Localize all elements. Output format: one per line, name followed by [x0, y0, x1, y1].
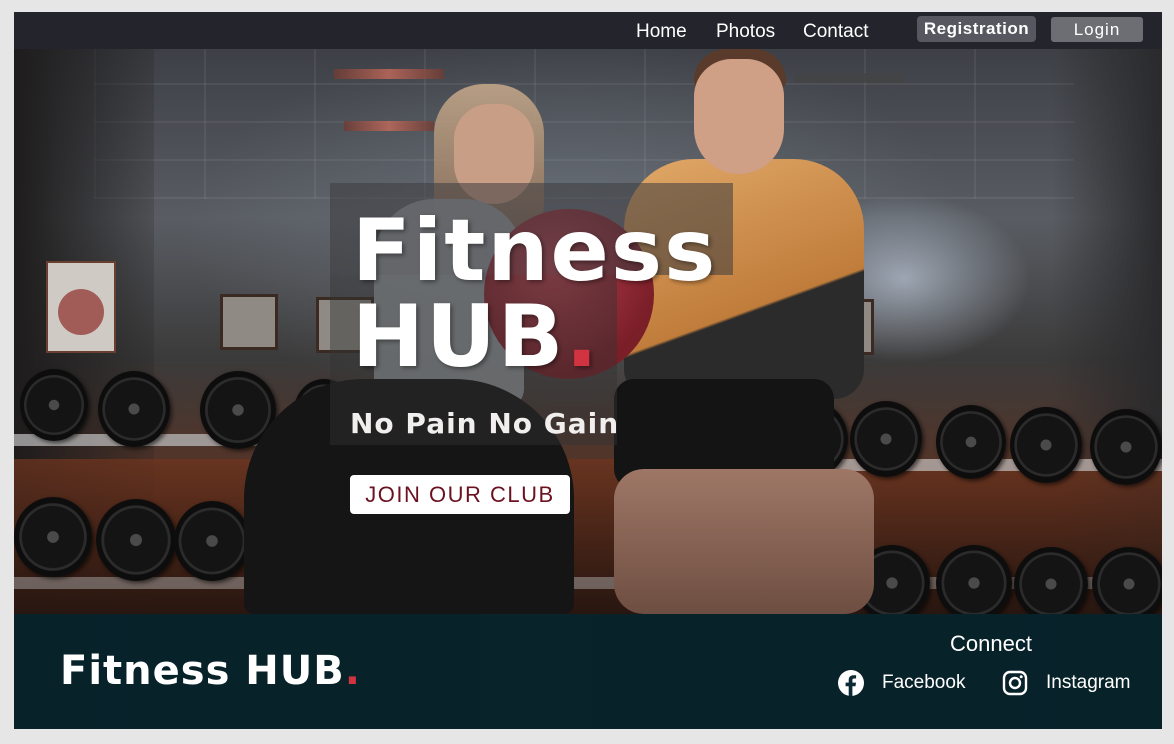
registration-button[interactable]: Registration: [917, 16, 1036, 42]
login-button[interactable]: Login: [1051, 17, 1143, 42]
nav-link-contact[interactable]: Contact: [803, 21, 868, 43]
dumbbell: [20, 369, 88, 441]
dumbbell: [174, 501, 250, 581]
dumbbell: [98, 371, 170, 447]
page-frame: Home Photos Contact Registration Login F…: [14, 12, 1162, 729]
dumbbell: [936, 545, 1012, 614]
ceiling-tiles: [94, 49, 1074, 199]
dumbbell: [1092, 547, 1162, 614]
join-club-button[interactable]: JOIN OUR CLUB: [350, 475, 570, 514]
dumbbell: [850, 401, 922, 477]
hero-title-dot: .: [565, 287, 601, 387]
ceiling-light: [334, 69, 444, 79]
ceiling-vent: [794, 73, 904, 83]
dumbbell: [14, 497, 92, 577]
instagram-label: Instagram: [1046, 672, 1131, 693]
facebook-icon: [838, 670, 864, 696]
wall-picture-frame: [220, 294, 278, 350]
instagram-icon: [1002, 670, 1028, 696]
nav-link-photos[interactable]: Photos: [716, 21, 775, 43]
dumbbell: [1010, 407, 1082, 483]
dumbbell: [1014, 547, 1088, 614]
footer: Fitness HUB. Connect Facebook Instagram: [14, 614, 1162, 729]
footer-logo[interactable]: Fitness HUB.: [60, 648, 361, 694]
footer-logo-dot: .: [344, 648, 361, 694]
nav-link-home[interactable]: Home: [636, 21, 687, 43]
man-legs: [614, 469, 874, 614]
wall-poster-emblem: [58, 289, 104, 335]
top-navbar: Home Photos Contact Registration Login: [14, 12, 1162, 49]
dumbbell: [96, 499, 176, 581]
connect-heading: Connect: [950, 631, 1032, 656]
hero-tagline: No Pain No Gain: [350, 407, 620, 440]
facebook-label: Facebook: [882, 672, 966, 693]
facebook-link[interactable]: Facebook: [838, 666, 965, 700]
ceiling-light: [344, 121, 434, 131]
man-face: [694, 59, 784, 174]
instagram-link[interactable]: Instagram: [1002, 666, 1130, 700]
footer-logo-text: Fitness HUB: [60, 648, 345, 694]
hero-title: Fitness HUB.: [352, 208, 717, 380]
dumbbell: [936, 405, 1006, 479]
hero-title-line-2: HUB.: [352, 294, 717, 380]
hero-title-line-1: Fitness: [352, 201, 718, 301]
hero-title-hub: HUB: [352, 287, 566, 387]
dumbbell: [1090, 409, 1162, 485]
